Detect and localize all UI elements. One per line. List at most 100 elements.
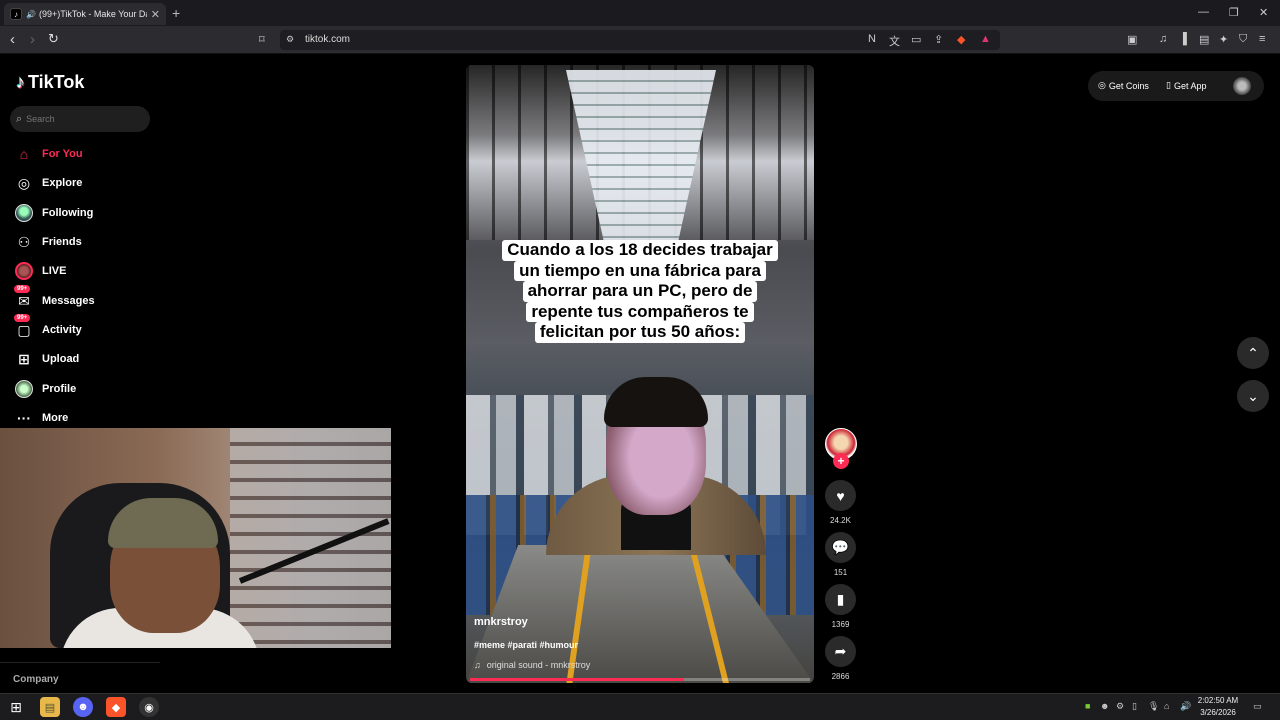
notifications-icon[interactable]: ▭ [1253,701,1262,712]
nav-friends[interactable]: ⚇ Friends [14,230,82,254]
security-tray-icon[interactable]: ▯ [1132,701,1137,712]
heart-icon: ♥ [836,487,845,504]
nav-label: Profile [42,383,77,395]
back-icon[interactable]: ‹ [10,31,15,48]
caption-line: Cuando a los 18 decides trabajar [502,240,778,261]
nav-label: Friends [42,236,82,248]
nav-messages[interactable]: ✉ 99+ Messages [14,285,95,313]
nav-following[interactable]: Following [14,201,93,225]
get-app-button[interactable]: ▯ Get App [1166,80,1206,91]
volume-tray-icon[interactable]: 🔊 [1180,701,1191,712]
video-sound-link[interactable]: ♫ original sound - mnkrstroy [474,660,590,670]
search-box[interactable]: ⌕ [10,106,150,132]
video-username[interactable]: mnkrstroy [474,616,528,628]
nav-more[interactable]: ··· More [14,406,68,430]
taskbar-clock-time[interactable]: 2:02:50 AM [1196,696,1240,705]
speaker-icon[interactable]: 🔊 [26,10,36,19]
bookmark-count: 1369 [831,620,850,629]
upload-icon: ⊞ [18,350,30,367]
home-icon: ⌂ [19,146,29,162]
friends-icon: ⚇ [17,233,31,250]
sound-name: original sound - mnkrstroy [486,660,591,670]
discord-icon[interactable]: ☻ [73,697,93,717]
user-avatar[interactable] [1233,77,1251,95]
nvidia-tray-icon[interactable]: ■ [1085,701,1090,711]
caption-line: repente tus compañeros te [526,301,754,322]
profile-avatar-icon [14,379,34,399]
comment-button[interactable]: 💬 [825,532,856,563]
nav-label: LIVE [42,265,67,277]
brave-shields-icon[interactable]: ◆ [957,33,965,46]
get-coins-button[interactable]: ◎ Get Coins [1098,80,1149,91]
obs-icon[interactable]: ◉ [139,697,159,717]
vpn-shield-icon[interactable]: ⛉ [1239,33,1247,46]
close-window-button[interactable]: ✕ [1259,6,1268,19]
discord-tray-icon[interactable]: ☻ [1100,701,1109,711]
messages-icon: ✉ 99+ [14,285,34,311]
forward-icon[interactable]: › [30,31,35,48]
steelseries-tray-icon[interactable]: ⚙ [1116,701,1124,712]
search-icon: ⌕ [16,112,23,125]
video-hashtags[interactable]: #meme #parati #humour [474,640,578,650]
brave-rewards-icon[interactable]: ▲ [980,33,991,45]
translate-icon[interactable]: 文 [889,33,900,49]
restore-button[interactable]: ❐ [1229,6,1239,19]
bookmark-button[interactable]: ▮ [825,584,856,615]
site-info-icon[interactable]: ⚙ [286,34,294,45]
video-player[interactable]: Cuando a los 18 decides trabajar un tiem… [466,65,814,683]
media-icon[interactable]: ♫ [1159,33,1167,45]
next-video-button[interactable]: ⌄ [1237,380,1269,412]
follow-plus-button[interactable]: + [833,453,849,469]
nav-live[interactable]: LIVE [14,259,66,283]
nav-explore[interactable]: ◎ Explore [14,171,82,195]
following-avatar-icon [14,203,34,223]
nav-for-you[interactable]: ⌂ For You [14,142,83,166]
nav-profile[interactable]: Profile [14,377,76,401]
reload-icon[interactable]: ↻ [48,31,59,47]
previous-video-button[interactable]: ⌃ [1237,337,1269,369]
nav-label: For You [42,148,83,160]
share-count: 2866 [831,672,850,681]
new-tab-button[interactable]: + [172,5,180,21]
sidebar-icon[interactable]: ▐ [1179,33,1187,45]
nav-label: Explore [42,177,83,189]
url-text[interactable]: tiktok.com [305,34,350,45]
nav-upload[interactable]: ⊞ Upload [14,347,79,371]
cast-icon[interactable]: ▭ [911,33,921,46]
bookmark-icon[interactable]: ⌑ [259,33,265,46]
chevron-down-icon: ⌄ [1247,387,1259,404]
tiktok-logo-icon: ♪ [16,72,25,92]
brave-icon[interactable]: ◆ [106,697,126,717]
menu-icon[interactable]: ≡ [1259,33,1265,45]
network-tray-icon[interactable]: ⌂ [1164,701,1169,711]
tiktok-logo[interactable]: ♪ TikTok [16,72,84,93]
share-button[interactable]: ➦ [825,636,856,667]
webcam-background-shelves [230,428,391,648]
get-app-label: Get App [1173,80,1207,91]
tab-close-button[interactable]: ✕ [151,8,160,21]
activity-badge: 99+ [14,314,31,322]
browser-tab[interactable]: ♪ 🔊 (99+)TikTok - Make Your Day ✕ [4,3,166,25]
windows-start-icon[interactable]: ⊞ [6,697,26,717]
footer-company-link[interactable]: Company [13,674,59,685]
share-icon[interactable]: ⇪ [934,33,943,46]
search-input[interactable] [26,114,137,124]
compass-icon: ◎ [17,174,31,191]
taskbar-clock-date[interactable]: 3/26/2026 [1196,708,1240,717]
comment-count: 151 [833,568,848,577]
activity-icon: ▢ 99+ [14,314,34,340]
tab-title: (99+)TikTok - Make Your Day [38,9,147,19]
video-progress-fill [470,678,685,681]
like-count: 24.2K [830,516,851,525]
nav-activity[interactable]: ▢ 99+ Activity [14,314,82,342]
reader-icon[interactable]: N [868,33,876,45]
like-button[interactable]: ♥ [825,480,856,511]
file-explorer-icon[interactable]: ▤ [40,697,60,717]
tiktok-favicon-icon: ♪ [10,8,22,20]
microphone-tray-icon[interactable]: 🎙 [1148,701,1159,712]
phone-icon: ▯ [1166,80,1171,90]
minimize-button[interactable]: — [1198,6,1209,18]
tab-manager-icon[interactable]: ▣ [1127,33,1137,46]
wallet-icon[interactable]: ▤ [1199,33,1209,46]
leo-ai-icon[interactable]: ✦ [1219,33,1228,46]
